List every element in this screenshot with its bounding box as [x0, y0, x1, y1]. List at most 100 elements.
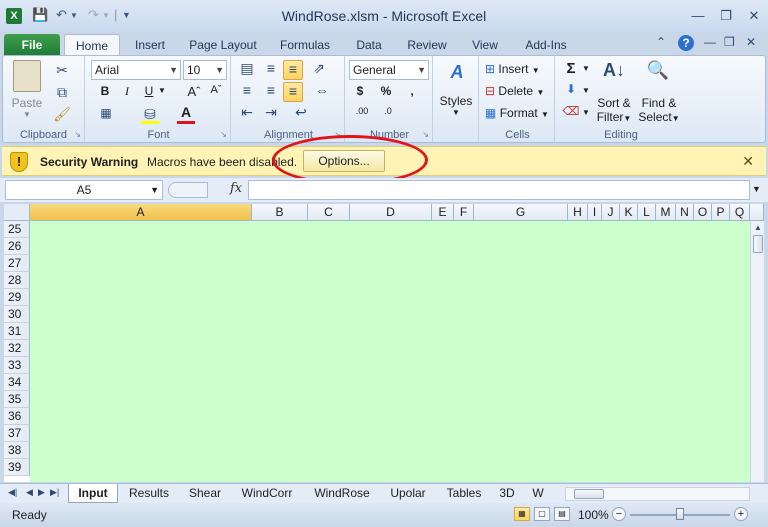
row-header[interactable]: 28 — [4, 272, 30, 289]
font-color-icon[interactable]: A — [177, 104, 195, 124]
insert-function-icon[interactable]: fx — [230, 181, 242, 196]
row-header[interactable]: 31 — [4, 323, 30, 340]
format-painter-icon[interactable]: 🖌 — [53, 106, 71, 123]
prev-sheet-icon[interactable]: ◀ — [26, 487, 33, 498]
italic-button[interactable]: I — [119, 84, 135, 99]
tab-home[interactable]: Home — [64, 34, 120, 56]
sheet-tab-windrose[interactable]: WindRose — [308, 484, 376, 503]
column-header-p[interactable]: P — [712, 204, 730, 221]
scroll-up-icon[interactable]: ▲ — [751, 223, 765, 232]
column-header-a[interactable]: A — [30, 204, 252, 221]
formula-input[interactable] — [248, 180, 750, 200]
percent-icon[interactable]: % — [377, 84, 395, 98]
column-header-b[interactable]: B — [252, 204, 308, 221]
row-header[interactable]: 38 — [4, 442, 30, 459]
row-header[interactable]: 30 — [4, 306, 30, 323]
column-header-j[interactable]: J — [602, 204, 620, 221]
number-format-combo[interactable]: General ▼ — [349, 60, 429, 80]
currency-icon[interactable]: $ — [351, 84, 369, 98]
column-header-l[interactable]: L — [638, 204, 656, 221]
autosum-dropdown-icon[interactable]: ▼ — [581, 64, 591, 73]
orientation-icon[interactable]: ⇗ — [309, 60, 329, 77]
find-select-button[interactable]: Find & Select▼ — [637, 96, 681, 124]
row-header[interactable]: 33 — [4, 357, 30, 374]
comma-icon[interactable]: , — [403, 84, 421, 98]
row-header[interactable]: 35 — [4, 391, 30, 408]
workbook-close-icon[interactable]: ✕ — [746, 35, 756, 49]
fill-dropdown-icon[interactable]: ▼ — [581, 86, 591, 95]
font-size-combo[interactable]: 10 ▼ — [183, 60, 227, 80]
vertical-scrollbar[interactable]: ▲ — [750, 221, 764, 482]
row-header[interactable]: 36 — [4, 408, 30, 425]
column-header-m[interactable]: M — [656, 204, 676, 221]
workbook-restore-icon[interactable]: ❐ — [724, 35, 735, 49]
copy-icon[interactable]: ⧉ — [53, 84, 71, 101]
zoom-in-icon[interactable]: + — [734, 507, 748, 521]
horizontal-scroll-thumb[interactable] — [574, 489, 604, 499]
paste-dropdown-icon[interactable]: ▼ — [19, 110, 35, 119]
column-header-n[interactable]: N — [676, 204, 694, 221]
minimize-icon[interactable]: — — [686, 6, 710, 26]
minimize-ribbon-icon[interactable]: ⌃ — [656, 35, 666, 49]
borders-icon[interactable]: ▦ — [97, 106, 115, 120]
sheet-tab-upolar[interactable]: Upolar — [384, 484, 432, 503]
horizontal-scrollbar[interactable] — [565, 487, 750, 501]
formula-bar-splitter[interactable] — [168, 182, 208, 198]
tab-page-layout[interactable]: Page Layout — [184, 34, 262, 56]
clear-icon[interactable]: ⌫ — [561, 104, 581, 118]
next-sheet-icon[interactable]: ▶ — [38, 487, 45, 498]
sheet-tab-windcorr[interactable]: WindCorr — [236, 484, 298, 503]
tab-review[interactable]: Review — [400, 34, 454, 56]
column-header-g[interactable]: G — [474, 204, 568, 221]
underline-dropdown-icon[interactable]: ▼ — [157, 86, 167, 95]
number-launcher-icon[interactable]: ↘ — [422, 130, 429, 139]
column-header-k[interactable]: K — [620, 204, 638, 221]
cell-range[interactable] — [30, 221, 750, 482]
underline-button[interactable]: U — [141, 84, 157, 98]
options-button[interactable]: Options... — [303, 150, 385, 172]
sheet-tab-shear[interactable]: Shear — [182, 484, 228, 503]
styles-dropdown-icon[interactable]: ▼ — [449, 108, 463, 117]
decrease-font-icon[interactable]: Aˇ — [207, 84, 225, 96]
page-break-view-icon[interactable]: ▤ — [554, 507, 570, 521]
row-header[interactable]: 32 — [4, 340, 30, 357]
tab-insert[interactable]: Insert — [126, 34, 174, 56]
sheet-tab-3d[interactable]: 3D — [494, 484, 520, 503]
clipboard-launcher-icon[interactable]: ↘ — [74, 130, 81, 139]
select-all-corner[interactable] — [4, 204, 30, 221]
merge-center-icon[interactable]: ⇔ — [309, 82, 335, 98]
middle-align-icon[interactable]: ≡ — [261, 60, 281, 76]
insert-cells-button[interactable]: ⊞ Insert ▼ — [485, 62, 553, 76]
tab-file[interactable]: File — [4, 34, 60, 56]
sort-filter-icon[interactable]: A↓ — [599, 60, 629, 90]
align-right-icon[interactable]: ≡ — [283, 82, 303, 102]
cut-icon[interactable]: ✂ — [53, 62, 71, 79]
row-header[interactable]: 27 — [4, 255, 30, 272]
sort-filter-button[interactable]: Sort & Filter▼ — [593, 96, 635, 124]
column-header-f[interactable]: F — [454, 204, 474, 221]
last-sheet-icon[interactable]: ▶| — [50, 487, 59, 498]
column-header-q[interactable]: Q — [730, 204, 750, 221]
sheet-tab-results[interactable]: Results — [124, 484, 174, 503]
vertical-scroll-thumb[interactable] — [753, 235, 763, 253]
increase-font-icon[interactable]: Aˆ — [185, 84, 203, 99]
clear-dropdown-icon[interactable]: ▼ — [581, 108, 591, 117]
column-header-e[interactable]: E — [432, 204, 454, 221]
column-header-h[interactable]: H — [568, 204, 588, 221]
tab-data[interactable]: Data — [348, 34, 390, 56]
column-header-i[interactable]: I — [588, 204, 602, 221]
tab-formulas[interactable]: Formulas — [272, 34, 338, 56]
expand-formula-bar-icon[interactable]: ▼ — [752, 184, 761, 194]
close-icon[interactable]: ✕ — [742, 153, 754, 170]
increase-indent-icon[interactable]: ⇥ — [261, 104, 281, 121]
find-select-icon[interactable]: 🔍 — [643, 60, 673, 90]
fill-color-icon[interactable]: ⛁ — [141, 106, 159, 124]
close-icon[interactable]: ✕ — [742, 6, 766, 26]
bottom-align-icon[interactable]: ≡ — [283, 60, 303, 80]
fill-icon[interactable]: ⬇ — [561, 82, 581, 96]
format-cells-button[interactable]: ▦ Format ▼ — [485, 106, 553, 120]
font-name-combo[interactable]: Arial ▼ — [91, 60, 181, 80]
row-header[interactable]: 25 — [4, 221, 30, 238]
styles-icon[interactable]: A — [445, 62, 469, 88]
row-header[interactable]: 39 — [4, 459, 30, 476]
